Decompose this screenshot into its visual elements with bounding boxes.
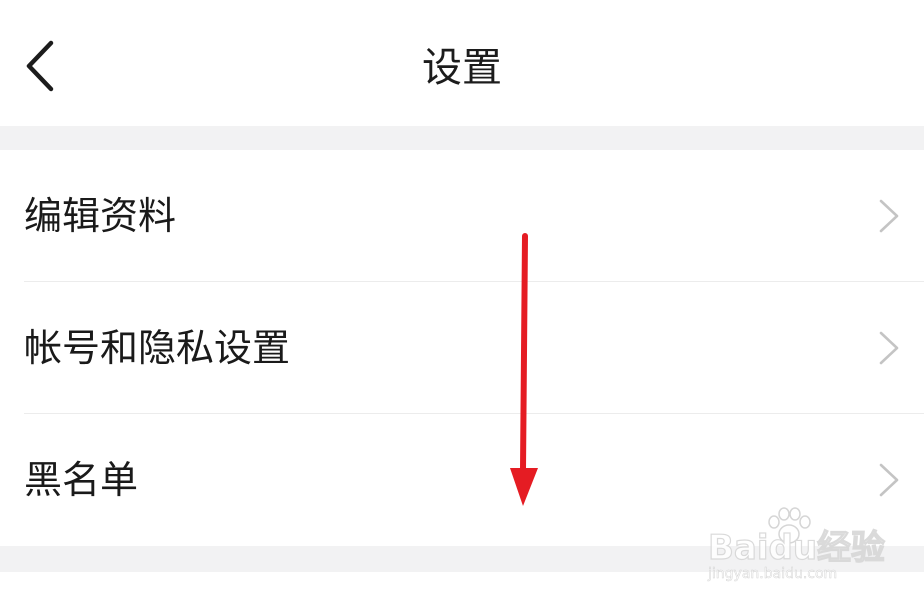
chevron-right-icon xyxy=(879,331,899,365)
page-title: 设置 xyxy=(422,45,502,91)
settings-list: 编辑资料 帐号和隐私设置 黑名单 xyxy=(0,150,924,546)
settings-item-label: 黑名单 xyxy=(24,458,139,502)
settings-screen: 设置 编辑资料 帐号和隐私设置 黑名单 Baidu经验 jingyan.baid… xyxy=(0,0,924,608)
settings-item-blacklist[interactable]: 黑名单 xyxy=(0,414,924,546)
navigation-bar: 设置 xyxy=(0,0,924,126)
settings-item-label: 帐号和隐私设置 xyxy=(24,326,291,370)
settings-item-label: 编辑资料 xyxy=(24,194,177,238)
settings-item-account-privacy[interactable]: 帐号和隐私设置 xyxy=(0,282,924,414)
next-list-group xyxy=(0,572,924,608)
settings-item-edit-profile[interactable]: 编辑资料 xyxy=(0,150,924,282)
chevron-right-icon xyxy=(879,463,899,497)
chevron-right-icon xyxy=(879,199,899,233)
